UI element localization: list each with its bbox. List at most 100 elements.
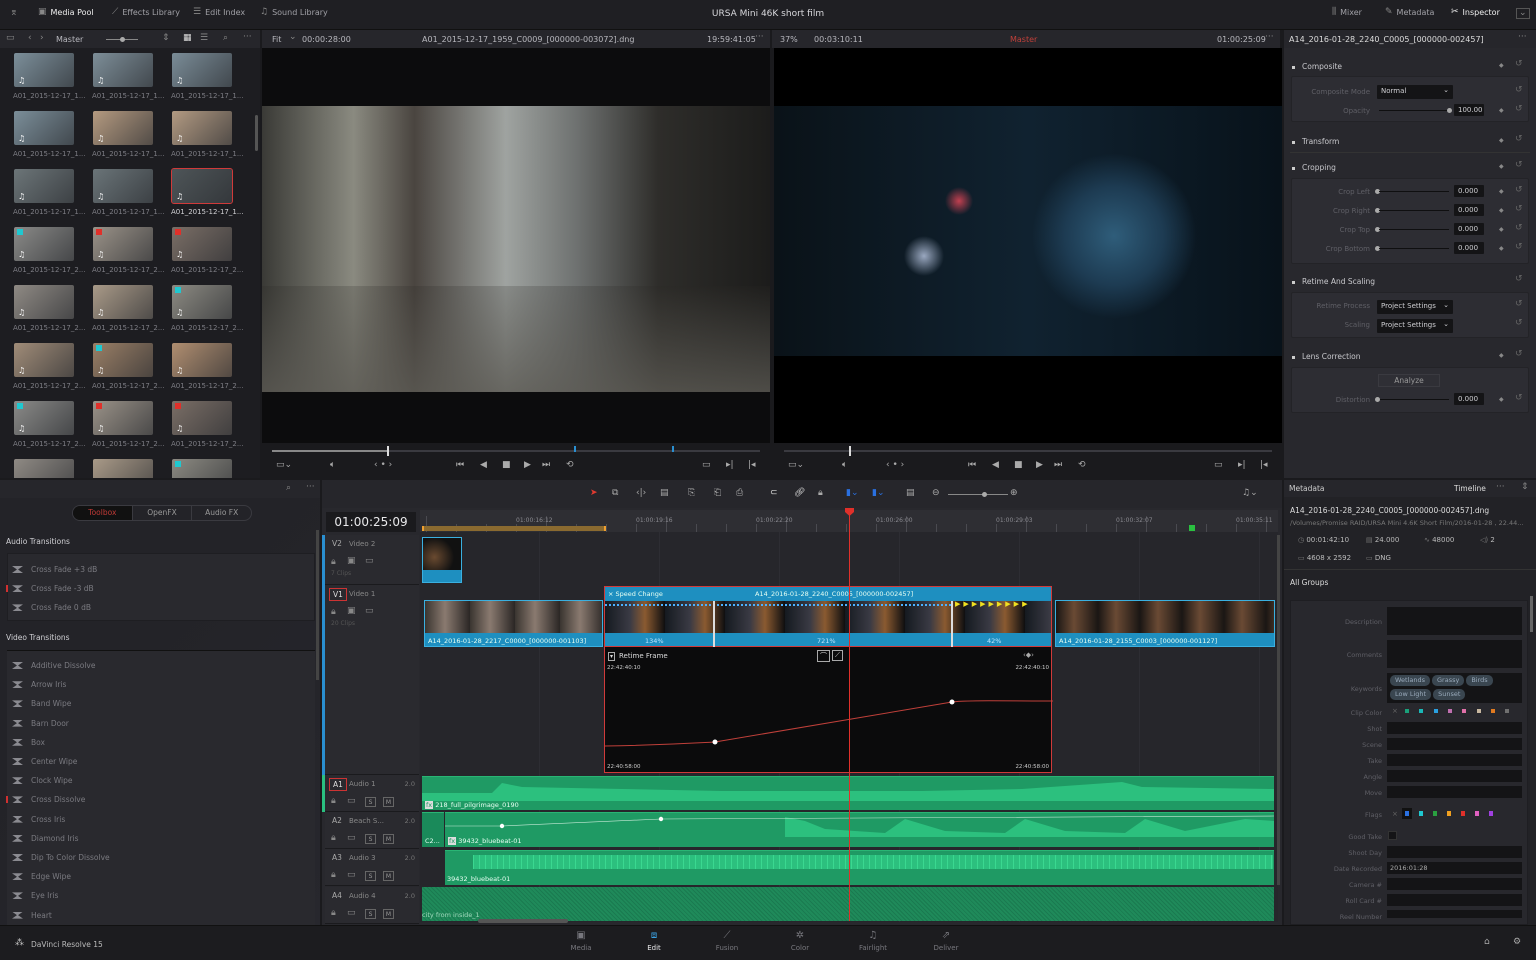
- transition-item[interactable]: Clock Wipe: [12, 776, 72, 785]
- track-header-v1[interactable]: V1 Video 1 🔒︎ ▣ ▭ 20 Clips: [325, 585, 419, 775]
- sort-icon[interactable]: ⇕: [1521, 483, 1529, 492]
- speed-segment-2[interactable]: 721%: [817, 637, 836, 645]
- section-retime-scaling[interactable]: Retime And Scaling: [1292, 277, 1375, 286]
- more-options-icon[interactable]: ···: [1518, 33, 1527, 42]
- skip-start-icon[interactable]: ⏮︎: [456, 460, 464, 470]
- lock-icon[interactable]: 🔒︎: [331, 558, 336, 567]
- clip-color-swatch[interactable]: [1419, 709, 1424, 713]
- transition-item[interactable]: Box: [12, 738, 45, 747]
- media-clip-thumbnail[interactable]: ♫: [93, 111, 153, 145]
- clip-color-swatch[interactable]: [1447, 709, 1452, 713]
- speed-segment-1[interactable]: 134%: [645, 637, 664, 645]
- reset-icon[interactable]: ↺: [1515, 242, 1523, 252]
- more-options-icon[interactable]: ···: [755, 33, 764, 42]
- metadata-field-angle[interactable]: [1387, 770, 1522, 782]
- scaling-dropdown[interactable]: Project Settings ⌄: [1377, 319, 1453, 333]
- transition-item[interactable]: Cross Fade -3 dB: [6, 584, 94, 593]
- transition-item[interactable]: Band Wipe: [12, 699, 71, 708]
- speed-point-handle[interactable]: [713, 601, 715, 647]
- a4-clip[interactable]: city from inside_1: [422, 887, 1274, 921]
- tab-openfx[interactable]: OpenFX: [131, 506, 192, 520]
- media-clip-thumbnail[interactable]: ♫: [93, 227, 153, 261]
- metadata-field-keywords[interactable]: Wetlands Grassy Birds Low Light Sunset: [1387, 673, 1522, 703]
- track-header-a4[interactable]: A4 Audio 4 2.0 🔒︎ ▭ S M: [325, 886, 419, 924]
- auto-select-icon[interactable]: ▣: [347, 557, 356, 566]
- distortion-slider[interactable]: [1379, 399, 1449, 400]
- media-clip-thumbnail[interactable]: ♫: [172, 111, 232, 145]
- keyframe-icon[interactable]: ◆: [1499, 62, 1504, 69]
- good-take-checkbox[interactable]: [1388, 831, 1397, 840]
- transition-item[interactable]: Barn Door: [12, 719, 69, 728]
- viewer-mode-icon[interactable]: ▭⌄: [788, 460, 804, 470]
- track-header-a2[interactable]: A2 Beach S... 2.0 🔒︎ ▭ S M: [325, 812, 419, 850]
- media-clip-thumbnail[interactable]: ♫: [93, 459, 153, 478]
- a2-clip[interactable]: fx 39432_bluebeat-01: [445, 812, 1274, 847]
- opacity-slider[interactable]: [1379, 110, 1449, 111]
- timeline-zoom[interactable]: 37%: [780, 35, 798, 44]
- keyframe-icon[interactable]: ◆: [1499, 352, 1504, 359]
- track-header-v2[interactable]: V2 Video 2 🔒︎ ▣ ▭ 7 Clips: [325, 535, 419, 585]
- media-clip-thumbnail[interactable]: ♫: [171, 168, 233, 204]
- transition-item[interactable]: Additive Dissolve: [12, 661, 95, 670]
- flag-swatch[interactable]: [1419, 811, 1423, 816]
- zoom-in-icon[interactable]: ⊕: [1010, 488, 1018, 498]
- green-marker[interactable]: [1189, 525, 1195, 531]
- transition-item[interactable]: Center Wipe: [12, 757, 77, 766]
- keyword-tag[interactable]: Wetlands: [1390, 675, 1431, 686]
- media-clip-thumbnail[interactable]: ♫: [14, 111, 74, 145]
- v2-clip[interactable]: [422, 537, 462, 583]
- clip-color-swatch[interactable]: [1433, 709, 1438, 713]
- crop-slider[interactable]: [1379, 191, 1449, 192]
- metadata-field-take[interactable]: [1387, 754, 1522, 766]
- timeline-vertical-scrollbar[interactable]: [1277, 535, 1280, 885]
- transition-item[interactable]: Eye Iris: [12, 891, 58, 900]
- flag-swatch[interactable]: [1402, 808, 1412, 819]
- chevron-down-icon[interactable]: ⌄: [289, 33, 297, 42]
- transition-item[interactable]: Diamond Iris: [12, 834, 79, 843]
- media-clip-thumbnail[interactable]: ♫: [93, 343, 153, 377]
- media-clip-thumbnail[interactable]: ♫: [93, 285, 153, 319]
- reset-icon[interactable]: ↺: [1515, 318, 1523, 328]
- speed-change-clip[interactable]: × Speed Change A14_2016-01-28_2240_C0005…: [604, 586, 1052, 647]
- flag-swatch[interactable]: [1447, 811, 1451, 816]
- lock-icon[interactable]: 🔒︎: [331, 908, 336, 918]
- overwrite-clip-icon[interactable]: ⎗: [714, 488, 721, 498]
- back-icon[interactable]: ‹: [28, 34, 32, 43]
- clear-color-icon[interactable]: ×: [1392, 707, 1398, 715]
- mark-out-icon[interactable]: |◂: [748, 460, 756, 470]
- media-clip-thumbnail[interactable]: ♫: [93, 401, 153, 435]
- transition-item[interactable]: Cross Fade 0 dB: [12, 603, 91, 612]
- metadata-scrollbar[interactable]: [1530, 596, 1533, 632]
- lock-icon[interactable]: 🔒︎: [331, 834, 336, 843]
- loop-icon[interactable]: ⟲: [566, 460, 574, 470]
- page-tab-edit[interactable]: ⧈ Edit: [619, 925, 689, 960]
- gear-icon[interactable]: ⚙: [1513, 938, 1521, 947]
- a2-clip-left[interactable]: C2...: [422, 812, 444, 847]
- mute-button[interactable]: M: [383, 871, 394, 882]
- keyword-tag[interactable]: Birds: [1466, 675, 1493, 686]
- section-lens-correction[interactable]: Lens Correction: [1292, 352, 1361, 361]
- timeline-zoom-slider[interactable]: [948, 494, 1008, 495]
- crop-slider[interactable]: [1379, 248, 1449, 249]
- reset-icon[interactable]: ↺: [1515, 185, 1523, 195]
- clip-color-swatch[interactable]: [1490, 709, 1495, 713]
- tab-mixer[interactable]: ⫼ Mixer: [1332, 8, 1362, 18]
- track-header-a1[interactable]: A1 Audio 1 2.0 🔒︎ ▭ S M: [325, 775, 419, 812]
- link-icon[interactable]: 🔗︎: [794, 488, 805, 498]
- opacity-slider-knob[interactable]: [1447, 108, 1452, 113]
- marker-icon[interactable]: ▮⌄: [872, 488, 885, 498]
- media-clip-thumbnail[interactable]: ♫: [93, 169, 153, 203]
- more-options-icon[interactable]: ···: [243, 33, 252, 42]
- list-view-icon[interactable]: ☰: [200, 34, 208, 43]
- lock-icon[interactable]: 🔒︎: [331, 871, 336, 880]
- sidebar-toggle-icon[interactable]: ▭: [6, 34, 15, 43]
- media-clip-thumbnail[interactable]: ♫: [172, 401, 232, 435]
- media-clip-thumbnail[interactable]: ♫: [172, 285, 232, 319]
- metadata-field-reel[interactable]: [1387, 910, 1522, 918]
- media-clip-thumbnail[interactable]: ♫: [14, 169, 74, 203]
- more-options-icon[interactable]: ···: [1265, 33, 1274, 42]
- metadata-field-shot[interactable]: [1387, 722, 1522, 734]
- search-icon[interactable]: ⌕: [223, 34, 228, 43]
- retime-process-dropdown[interactable]: Project Settings ⌄: [1377, 300, 1453, 314]
- selection-tool-icon[interactable]: ➤: [590, 488, 598, 498]
